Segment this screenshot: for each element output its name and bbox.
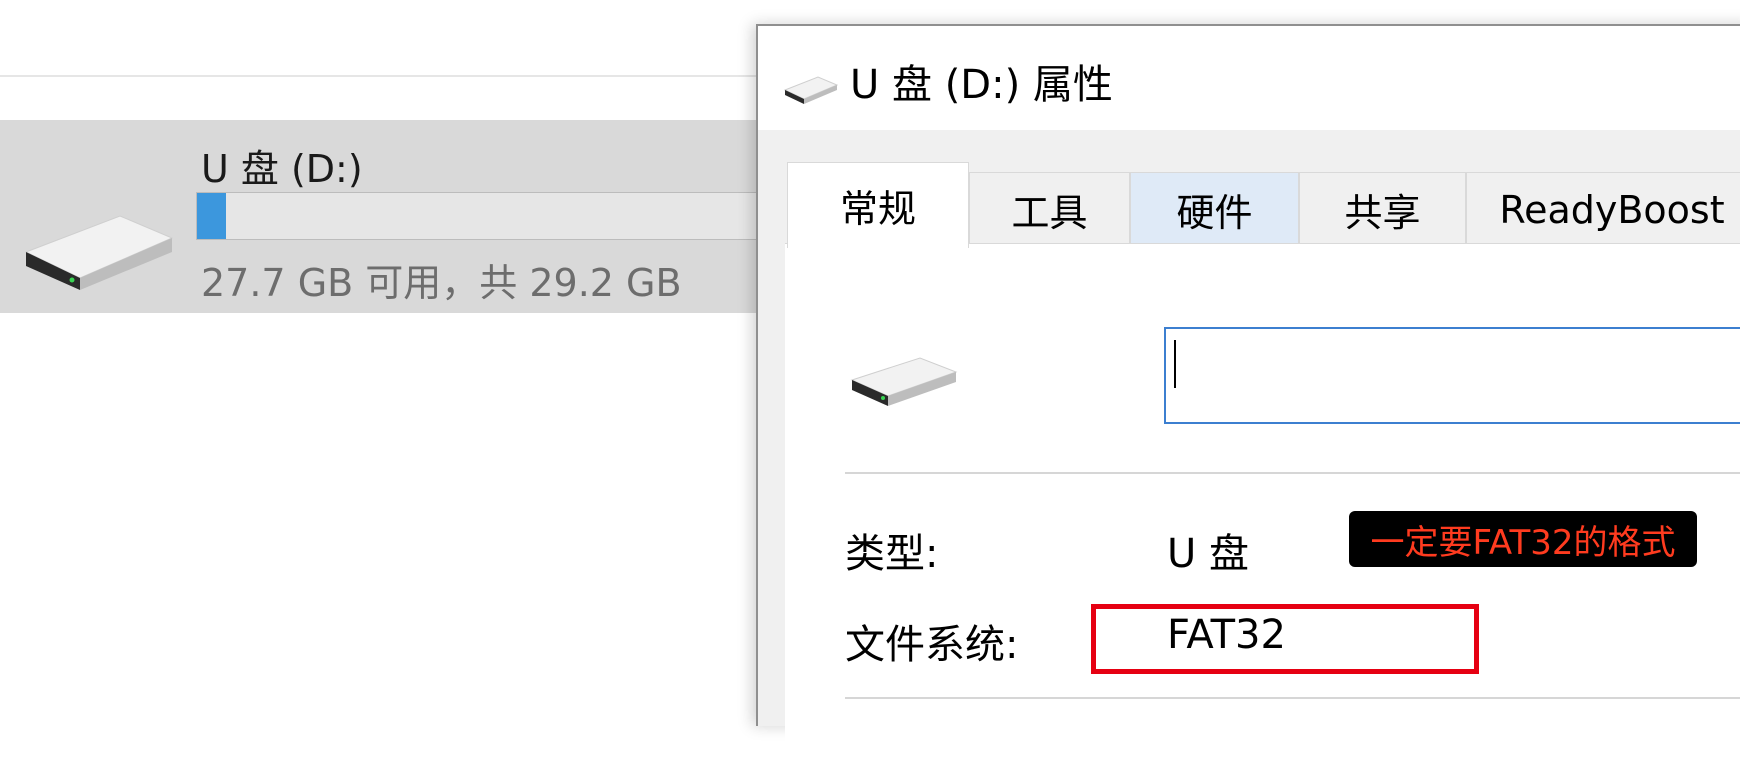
type-label: 类型: bbox=[845, 531, 939, 577]
text-caret bbox=[1174, 340, 1176, 388]
filesystem-label: 文件系统: bbox=[845, 622, 1019, 668]
volume-label-input[interactable] bbox=[1164, 327, 1740, 424]
usb-drive-icon bbox=[783, 74, 839, 110]
annotation-note: 一定要FAT32的格式 bbox=[1349, 511, 1697, 567]
drive-space-text: 27.7 GB 可用，共 29.2 GB bbox=[201, 261, 682, 305]
usb-drive-icon bbox=[850, 352, 958, 412]
explorer-divider bbox=[0, 75, 780, 77]
dialog-titlebar[interactable]: U 盘 (D:) 属性 bbox=[758, 26, 1740, 130]
drive-usage-fill bbox=[197, 193, 227, 239]
usb-drive-icon bbox=[24, 208, 174, 298]
drive-usage-bar bbox=[196, 192, 786, 240]
tab-readyboost[interactable]: ReadyBoost bbox=[1466, 172, 1740, 246]
type-value: U 盘 bbox=[1167, 531, 1249, 577]
general-panel bbox=[785, 243, 1740, 764]
section-divider bbox=[845, 472, 1740, 474]
tab-sharing[interactable]: 共享 bbox=[1299, 172, 1466, 246]
tab-general[interactable]: 常规 bbox=[787, 162, 969, 248]
tab-hardware[interactable]: 硬件 bbox=[1130, 172, 1299, 246]
section-divider bbox=[845, 697, 1740, 699]
tab-tools[interactable]: 工具 bbox=[969, 172, 1130, 246]
drive-name: U 盘 (D:) bbox=[201, 147, 363, 191]
filesystem-highlight bbox=[1091, 604, 1479, 674]
dialog-title: U 盘 (D:) 属性 bbox=[850, 62, 1113, 108]
